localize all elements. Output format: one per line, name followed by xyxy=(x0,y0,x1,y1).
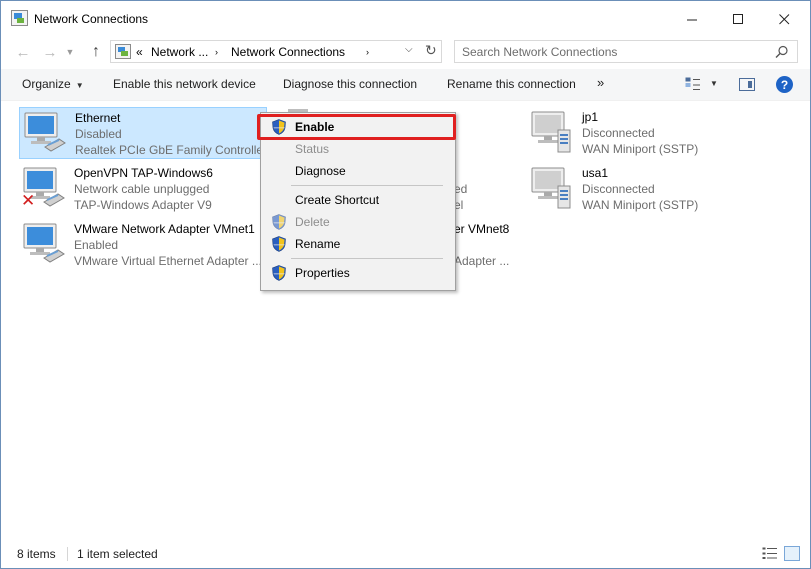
help-icon[interactable]: ? xyxy=(776,76,793,93)
minimize-button[interactable] xyxy=(669,1,715,37)
connection-item[interactable]: Ethernet Disabled Realtek PCIe GbE Family … xyxy=(19,107,267,159)
menu-item-label: Create Shortcut xyxy=(295,193,380,207)
menu-item-properties[interactable]: Properties xyxy=(263,262,453,284)
selection-count: 1 item selected xyxy=(77,547,158,561)
connection-adapter: WAN Miniport (SSTP) xyxy=(582,142,699,156)
window-title: Network Connections xyxy=(34,12,149,26)
connection-adapter: WAN Miniport (SSTP) xyxy=(582,198,699,212)
item-count: 8 items xyxy=(17,547,56,561)
network-adapter-icon xyxy=(24,112,66,152)
navigation-bar: ← → ▼ ↑ « Network ... › Network Connecti… xyxy=(1,37,810,67)
connection-name: usa1 xyxy=(582,166,609,180)
connection-item[interactable]: ✕ OpenVPN TAP-Windows6 Network cable unplu… xyxy=(19,163,267,215)
network-connections-window: Network Connections ← → ▼ ↑ « Network ..… xyxy=(0,0,811,569)
menu-item-label: Diagnose xyxy=(295,164,346,178)
connection-item[interactable]: usa1 Disconnected WAN Miniport (SSTP) xyxy=(527,163,775,215)
connection-status: Disabled xyxy=(75,127,122,141)
connection-name: OpenVPN TAP-Windows6 xyxy=(74,166,213,180)
network-connections-icon xyxy=(11,10,28,26)
breadcrumb-overflow[interactable]: « xyxy=(136,45,143,59)
menu-item-diagnose[interactable]: Diagnose xyxy=(263,160,453,182)
title-bar: Network Connections xyxy=(1,1,810,37)
uac-shield-icon xyxy=(272,236,286,252)
arrow-up-icon: ↑ xyxy=(92,43,100,60)
menu-item-label: Rename xyxy=(295,237,341,251)
chevron-down-icon: ▼ xyxy=(65,47,75,57)
menu-separator xyxy=(291,258,443,259)
close-button[interactable] xyxy=(761,1,807,37)
network-adapter-icon xyxy=(23,223,65,263)
back-button[interactable]: ← xyxy=(12,41,34,63)
maximize-button[interactable] xyxy=(715,1,761,37)
minimize-icon xyxy=(686,19,697,20)
organize-button[interactable]: Organize ▼ xyxy=(22,77,84,91)
control-panel-icon xyxy=(115,44,131,59)
arrow-right-icon: → xyxy=(42,43,58,61)
maximize-icon xyxy=(732,13,743,24)
breadcrumb-network[interactable]: Network ... xyxy=(151,45,208,59)
address-dropdown-icon[interactable]: ⌵ xyxy=(405,44,413,55)
diagnose-button[interactable]: Diagnose this connection xyxy=(283,77,417,91)
recent-locations-button[interactable]: ▼ xyxy=(63,41,77,63)
view-options-dropdown-icon[interactable]: ▼ xyxy=(710,79,718,88)
connection-status: Network cable unplugged xyxy=(74,182,210,196)
status-bar: 8 items 1 item selected xyxy=(1,541,810,568)
connection-item[interactable]: jp1 Disconnected WAN Miniport (SSTP) xyxy=(527,107,775,159)
uac-shield-icon xyxy=(272,265,286,281)
breadcrumb-separator-icon[interactable]: › xyxy=(215,47,218,57)
status-divider xyxy=(67,547,68,561)
forward-button[interactable]: → xyxy=(39,41,61,63)
connection-adapter: TAP-Windows Adapter V9 xyxy=(74,198,212,212)
enable-device-button[interactable]: Enable this network device xyxy=(113,77,256,91)
connection-adapter: VMware Virtual Ethernet Adapter ... xyxy=(74,254,262,268)
connection-name: VMware Network Adapter VMnet1 xyxy=(74,222,255,236)
menu-item-status: Status xyxy=(263,138,453,160)
command-bar: Organize ▼ Enable this network device Dia… xyxy=(1,69,810,101)
arrow-left-icon: ← xyxy=(15,43,31,61)
details-view-icon[interactable] xyxy=(762,547,778,560)
search-input[interactable]: Search Network Connections xyxy=(462,45,617,59)
menu-item-delete: Delete xyxy=(263,211,453,233)
refresh-icon[interactable]: ↻ xyxy=(425,42,437,59)
connection-status: Enabled xyxy=(74,238,119,252)
connection-status: Disconnected xyxy=(582,126,655,140)
menu-item-label: Status xyxy=(295,142,330,156)
menu-item-rename[interactable]: Rename xyxy=(263,233,453,255)
occluded-item-text: ed xyxy=(454,182,468,196)
tiles-view-icon[interactable] xyxy=(784,546,800,561)
more-commands-button[interactable]: » xyxy=(597,75,604,90)
preview-pane-icon[interactable] xyxy=(739,78,755,91)
rename-button[interactable]: Rename this connection xyxy=(447,77,576,91)
menu-item-create-shortcut[interactable]: Create Shortcut xyxy=(263,189,453,211)
change-view-icon[interactable] xyxy=(685,77,701,91)
close-icon xyxy=(778,13,789,24)
connection-name: jp1 xyxy=(582,110,599,124)
up-button[interactable]: ↑ xyxy=(85,41,107,63)
chevron-down-icon: ▼ xyxy=(75,81,84,90)
menu-separator xyxy=(291,185,443,186)
wan-connection-icon xyxy=(531,167,571,209)
search-icon xyxy=(775,45,788,58)
connection-item[interactable]: VMware Network Adapter VMnet1 Enabled VMwa… xyxy=(19,219,267,271)
connection-name: Ethernet xyxy=(75,111,121,125)
enable-highlight-box xyxy=(257,114,456,140)
search-box[interactable]: Search Network Connections xyxy=(454,40,798,63)
menu-item-label: Delete xyxy=(295,215,330,229)
breadcrumb-network-connections[interactable]: Network Connections xyxy=(231,45,345,59)
connection-status: Disconnected xyxy=(582,182,655,196)
occluded-item-text: er VMnet8 xyxy=(454,222,510,236)
error-x-icon: ✕ xyxy=(21,191,36,210)
breadcrumb-separator-icon[interactable]: › xyxy=(366,47,369,57)
menu-item-label: Properties xyxy=(295,266,350,280)
wan-connection-icon xyxy=(531,111,571,153)
connection-adapter: Realtek PCIe GbE Family Controller xyxy=(75,143,268,157)
organize-label: Organize xyxy=(22,77,71,91)
uac-shield-icon xyxy=(272,214,286,230)
address-bar[interactable]: « Network ... › Network Connections › ⌵ … xyxy=(110,40,442,63)
occluded-item-text: Adapter ... xyxy=(454,254,510,268)
